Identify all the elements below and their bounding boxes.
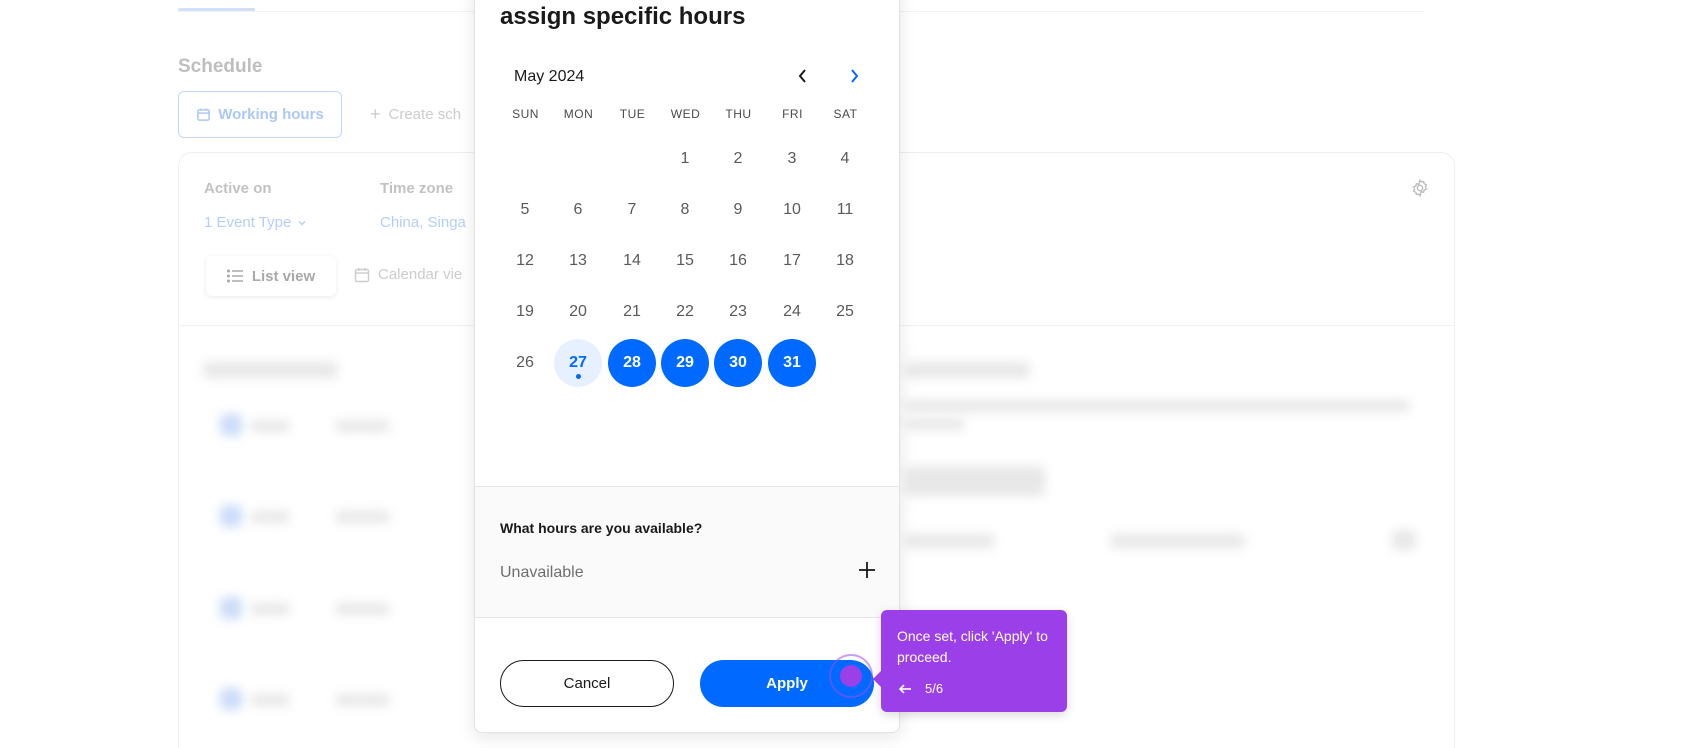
hotspot-beacon[interactable]: [840, 665, 862, 687]
hours-question: What hours are you available?: [500, 520, 703, 536]
weekday-label: THU: [725, 107, 752, 121]
calendar-day[interactable]: 10: [768, 186, 816, 234]
calendar-day[interactable]: 2: [714, 135, 762, 183]
weekday-label: FRI: [782, 107, 803, 121]
calendar-day[interactable]: 12: [501, 237, 549, 285]
calendar-day[interactable]: 25: [821, 288, 869, 336]
availability-section: What hours are you available? Unavailabl…: [475, 486, 899, 618]
calendar-day[interactable]: 27: [554, 339, 602, 387]
weekday-label: MON: [563, 107, 594, 121]
calendar-day[interactable]: 14: [608, 237, 656, 285]
calendar-day[interactable]: 5: [501, 186, 549, 234]
weekday-label: SAT: [833, 107, 858, 121]
calendar-day[interactable]: 29: [661, 339, 709, 387]
tooltip-step-counter: 5/6: [925, 681, 944, 696]
arrow-left-icon: [898, 684, 911, 694]
calendar-day[interactable]: 7: [608, 186, 656, 234]
weekday-label: WED: [670, 107, 701, 121]
add-hours-button[interactable]: [852, 555, 882, 585]
calendar-day[interactable]: 24: [768, 288, 816, 336]
modal-title: assign specific hours: [500, 3, 746, 30]
calendar-day[interactable]: 30: [714, 339, 762, 387]
calendar-day[interactable]: 21: [608, 288, 656, 336]
previous-month-button[interactable]: [788, 61, 818, 91]
calendar-day[interactable]: 4: [821, 135, 869, 183]
calendar-day[interactable]: 3: [768, 135, 816, 183]
calendar-day[interactable]: 23: [714, 288, 762, 336]
calendar-day[interactable]: 13: [554, 237, 602, 285]
calendar-day[interactable]: 8: [661, 186, 709, 234]
calendar-day[interactable]: 28: [608, 339, 656, 387]
chevron-right-icon: [851, 69, 859, 83]
hours-status: Unavailable: [500, 564, 584, 581]
calendar-day[interactable]: 1: [661, 135, 709, 183]
calendar-day[interactable]: 20: [554, 288, 602, 336]
walkthrough-tooltip: Once set, click 'Apply' to proceed. 5/6: [873, 610, 1067, 712]
calendar-day[interactable]: 18: [821, 237, 869, 285]
calendar-day[interactable]: 9: [714, 186, 762, 234]
calendar-day[interactable]: 6: [554, 186, 602, 234]
calendar-day[interactable]: 15: [661, 237, 709, 285]
chevron-left-icon: [798, 69, 806, 83]
plus-icon: [859, 562, 875, 578]
calendar-day[interactable]: 22: [661, 288, 709, 336]
calendar-day[interactable]: 31: [768, 339, 816, 387]
tooltip-text: Once set, click 'Apply' to proceed.: [897, 628, 1048, 665]
month-label: May 2024: [514, 68, 585, 85]
specific-hours-modal: assign specific hours May 2024 SUN MON T…: [474, 0, 900, 733]
cancel-button[interactable]: Cancel: [500, 660, 674, 707]
calendar-day[interactable]: 16: [714, 237, 762, 285]
tooltip-back-button[interactable]: [895, 680, 915, 698]
calendar-day[interactable]: 17: [768, 237, 816, 285]
next-month-button[interactable]: [839, 61, 869, 91]
calendar-day[interactable]: 26: [501, 339, 549, 387]
calendar-day[interactable]: 11: [821, 186, 869, 234]
weekday-label: TUE: [619, 107, 646, 121]
calendar-day[interactable]: 19: [501, 288, 549, 336]
weekday-label: SUN: [512, 107, 539, 121]
